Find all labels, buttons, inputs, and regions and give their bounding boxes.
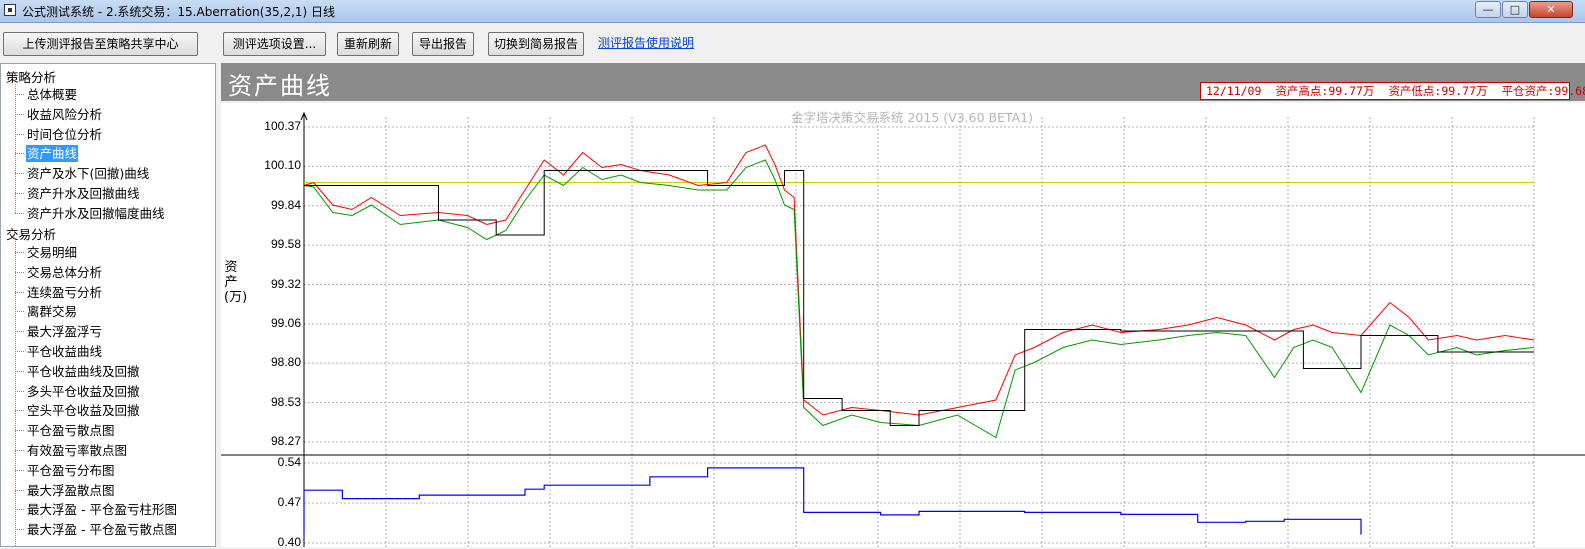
tree-item-trade-detail[interactable]: 交易明细	[26, 244, 78, 261]
tree-item-close-curve[interactable]: 平仓收益曲线	[26, 343, 103, 360]
refresh-button[interactable]: 重新刷新	[337, 32, 399, 56]
tree-line	[15, 292, 24, 293]
tree-line	[15, 134, 24, 135]
tree-line	[15, 252, 24, 253]
tree-group-strategy[interactable]: 策略分析	[6, 67, 56, 86]
tree-item-pnl-dist[interactable]: 平仓盈亏分布图	[26, 462, 116, 479]
tree-item-maxfloat-scatter[interactable]: 最大浮盈散点图	[26, 482, 116, 499]
tree-item-equity-curve[interactable]: 资产曲线	[26, 145, 79, 162]
tree-item-long-close[interactable]: 多头平仓收益及回撤	[26, 383, 141, 400]
tree-item-position[interactable]: 时间仓位分析	[26, 126, 103, 143]
equity-chart: 金字塔决策交易系统 2015 (V3.60 BETA1) 资产(万) 100.3…	[221, 103, 1585, 549]
export-report-button[interactable]: 导出报告	[412, 32, 474, 56]
y-axis-label: 资产(万)	[224, 260, 248, 305]
y-tick-label: 99.84	[270, 197, 301, 212]
tree-item-eff-scatter[interactable]: 有效盈亏率散点图	[26, 442, 128, 459]
panel-title: 资产曲线	[228, 72, 332, 100]
help-link[interactable]: 测评报告使用说明	[598, 34, 694, 51]
tree-item-risk[interactable]: 收益风险分析	[26, 106, 103, 123]
tree-item-trade-summary[interactable]: 交易总体分析	[26, 264, 103, 281]
tree-line	[15, 509, 24, 510]
y-tick-label: 99.32	[270, 276, 301, 291]
close-button[interactable]: ✕	[1529, 1, 1573, 18]
tree-line	[15, 173, 24, 174]
equity-low-line	[303, 159, 1535, 439]
tree-line	[15, 450, 24, 451]
info-date: 12/11/09	[1206, 84, 1262, 98]
y-tick-label: 100.37	[264, 119, 301, 133]
tree-line	[15, 410, 24, 411]
tree-item-maxfloat-bar[interactable]: 最大浮盈 - 平仓盈亏柱形图	[26, 501, 178, 518]
tree-line	[15, 371, 24, 372]
tree-line	[15, 351, 24, 352]
tree-line	[15, 213, 24, 214]
y-tick-label: 98.53	[270, 394, 301, 409]
tree-line	[15, 391, 24, 392]
chart-watermark: 金字塔决策交易系统 2015 (V3.60 BETA1)	[791, 110, 1034, 125]
info-close: 平仓资产:99.68万	[1501, 84, 1585, 98]
tree-item-close-drawdown[interactable]: 平仓收益曲线及回撤	[26, 363, 141, 380]
tree-group-trades[interactable]: 交易分析	[6, 224, 56, 243]
upload-report-button[interactable]: 上传测评报告至策略共享中心	[3, 32, 198, 56]
tree-line	[15, 529, 24, 530]
equity-chart-svg	[221, 111, 1585, 547]
tree-line	[15, 114, 24, 115]
tree-line	[15, 331, 24, 332]
tree-line	[15, 470, 24, 471]
info-low: 资产低点:99.77万	[1388, 84, 1488, 98]
y-tick-label: 0.54	[277, 455, 301, 469]
y-tick-label: 100.10	[264, 158, 301, 173]
simple-report-button[interactable]: 切换到简易报告	[488, 32, 584, 56]
app-icon	[4, 4, 16, 16]
tree-item-max-float[interactable]: 最大浮盈浮亏	[26, 323, 103, 340]
tree-item-pnl-scatter[interactable]: 平仓盈亏散点图	[26, 422, 116, 439]
tree-line	[15, 241, 16, 546]
y-tick-label: 99.58	[270, 237, 301, 252]
tree-item-short-close[interactable]: 空头平仓收益及回撤	[26, 402, 141, 419]
title-bar: 公式测试系统 - 2.系统交易：15.Aberration(35,2,1) 日线…	[0, 0, 1585, 23]
tree-line	[15, 94, 24, 95]
tree-line	[15, 272, 24, 273]
y-tick-label: 99.06	[270, 315, 301, 330]
settings-button[interactable]: 测评选项设置...	[223, 32, 326, 56]
minimize-button[interactable]: —	[1475, 1, 1501, 18]
y-tick-label: 0.47	[277, 495, 301, 509]
y-tick-label: 98.27	[270, 434, 301, 448]
tree-line	[15, 193, 24, 194]
tree-line	[15, 311, 24, 312]
tree-line	[15, 153, 24, 154]
tree-item-streaks[interactable]: 连续盈亏分析	[26, 284, 103, 301]
maximize-button[interactable]: □	[1502, 1, 1528, 18]
tree-item-outliers[interactable]: 离群交易	[26, 303, 78, 320]
position-line	[303, 467, 1362, 535]
tree-item-premium[interactable]: 资产升水及回撤曲线	[26, 185, 141, 202]
tree-line	[15, 430, 24, 431]
info-high: 资产高点:99.77万	[1275, 84, 1375, 98]
equity-close-line	[304, 170, 1534, 426]
toolbar: 上传测评报告至策略共享中心 测评选项设置... 重新刷新 导出报告 切换到简易报…	[0, 23, 1585, 61]
window-title: 公式测试系统 - 2.系统交易：15.Aberration(35,2,1) 日线	[22, 5, 336, 19]
tree-item-premium-ratio[interactable]: 资产升水及回撤幅度曲线	[26, 205, 166, 222]
y-tick-label: 98.80	[270, 355, 301, 370]
tree-line	[15, 490, 24, 491]
tree-item-underwater[interactable]: 资产及水下(回撤)曲线	[26, 165, 150, 182]
analysis-tree: 策略分析 总体概要 收益风险分析 时间仓位分析 资产曲线 资产及水下(回撤)曲线…	[0, 63, 216, 547]
tree-item-maxfloat-pnl-scatter[interactable]: 最大浮盈 - 平仓盈亏散点图	[26, 521, 178, 538]
tree-item-overview[interactable]: 总体概要	[26, 86, 78, 103]
asset-info-box: 12/11/09 资产高点:99.77万资产低点:99.77万平仓资产:99.68…	[1200, 82, 1585, 100]
